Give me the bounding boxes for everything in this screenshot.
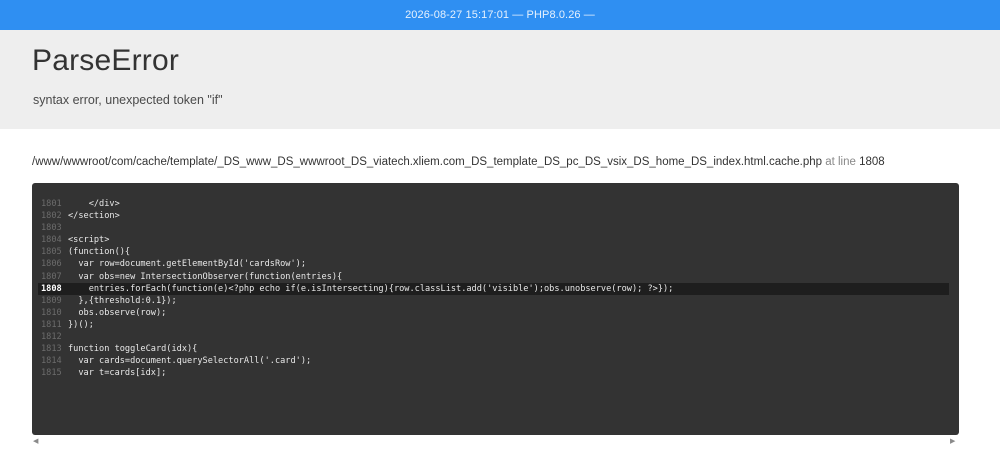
line-number: 1811 bbox=[41, 319, 62, 330]
code-line: 1809 },{threshold:0.1}); bbox=[38, 295, 949, 307]
line-source: </section> bbox=[68, 211, 120, 222]
line-number: 1801 bbox=[41, 199, 62, 209]
line-source: entries.forEach(function(e)<?php echo if… bbox=[68, 283, 674, 294]
line-source: var t=cards[idx]; bbox=[68, 368, 167, 379]
code-line: 1811 })(); bbox=[38, 319, 949, 331]
line-number: 1804 bbox=[41, 235, 62, 246]
timestamp-version-text: 2026-08-27 15:17:01 — PHP8.0.26 — bbox=[405, 9, 595, 21]
line-source: var row=document.getElementById('cardsRo… bbox=[68, 259, 306, 270]
error-line-number: 1808 bbox=[859, 156, 885, 168]
line-number: 1809 bbox=[41, 295, 62, 306]
line-number: 1810 bbox=[41, 307, 62, 318]
code-line-highlighted: 1808 entries.forEach(function(e)<?php ec… bbox=[38, 282, 949, 295]
code-line: 1804 <script> bbox=[38, 234, 949, 246]
code-line: 1814 var cards=document.querySelectorAll… bbox=[38, 355, 949, 367]
code-line: 1806 var row=document.getElementById('ca… bbox=[38, 258, 949, 270]
line-source: function toggleCard(idx){ bbox=[68, 344, 198, 355]
line-number: 1815 bbox=[41, 368, 62, 379]
line-number: 1807 bbox=[41, 271, 62, 282]
line-number: 1813 bbox=[41, 344, 62, 355]
line-number: 1808 bbox=[41, 283, 62, 294]
triangle-right-icon[interactable]: ▶ bbox=[950, 437, 955, 445]
error-header: ParseError syntax error, unexpected toke… bbox=[0, 30, 1000, 129]
triangle-left-icon[interactable]: ◀ bbox=[33, 437, 38, 445]
source-code-panel[interactable]: 1801 </div> 1802 </section> 1803 1804 <script… bbox=[32, 183, 959, 435]
error-message: syntax error, unexpected token "if" bbox=[33, 93, 223, 107]
code-line: 1815 var t=cards[idx]; bbox=[38, 367, 949, 379]
code-line: 1810 obs.observe(row); bbox=[38, 307, 949, 319]
line-source: var obs=new IntersectionObserver(functio… bbox=[68, 271, 343, 282]
top-info-bar: 2026-08-27 15:17:01 — PHP8.0.26 — bbox=[0, 0, 1000, 30]
line-number: 1805 bbox=[41, 247, 62, 258]
code-line: 1812 bbox=[38, 331, 949, 343]
line-source: </div> bbox=[68, 199, 120, 209]
line-source: obs.observe(row); bbox=[68, 307, 167, 318]
line-source: <script> bbox=[68, 235, 110, 246]
line-source: var cards=document.querySelectorAll('.ca… bbox=[68, 356, 312, 367]
code-line: 1807 var obs=new IntersectionObserver(fu… bbox=[38, 271, 949, 283]
file-path: /www/wwwroot/com/cache/template/_DS_www_… bbox=[32, 156, 823, 168]
error-file-location: /www/wwwroot/com/cache/template/_DS_www_… bbox=[32, 156, 885, 168]
line-source: },{threshold:0.1}); bbox=[68, 295, 177, 306]
line-number: 1814 bbox=[41, 356, 62, 367]
code-line: 1803 bbox=[38, 222, 949, 234]
error-type-title: ParseError bbox=[32, 44, 180, 77]
line-number: 1806 bbox=[41, 259, 62, 270]
code-line: 1805 (function(){ bbox=[38, 246, 949, 258]
line-number: 1802 bbox=[41, 211, 62, 222]
line-source: (function(){ bbox=[68, 247, 131, 258]
line-number: 1803 bbox=[41, 223, 62, 234]
at-line-label: at line bbox=[825, 156, 856, 168]
line-number: 1812 bbox=[41, 332, 62, 343]
code-line: 1801 </div> bbox=[38, 198, 949, 210]
line-source: })(); bbox=[68, 319, 94, 330]
code-line: 1813 function toggleCard(idx){ bbox=[38, 343, 949, 355]
code-line: 1802 </section> bbox=[38, 210, 949, 222]
